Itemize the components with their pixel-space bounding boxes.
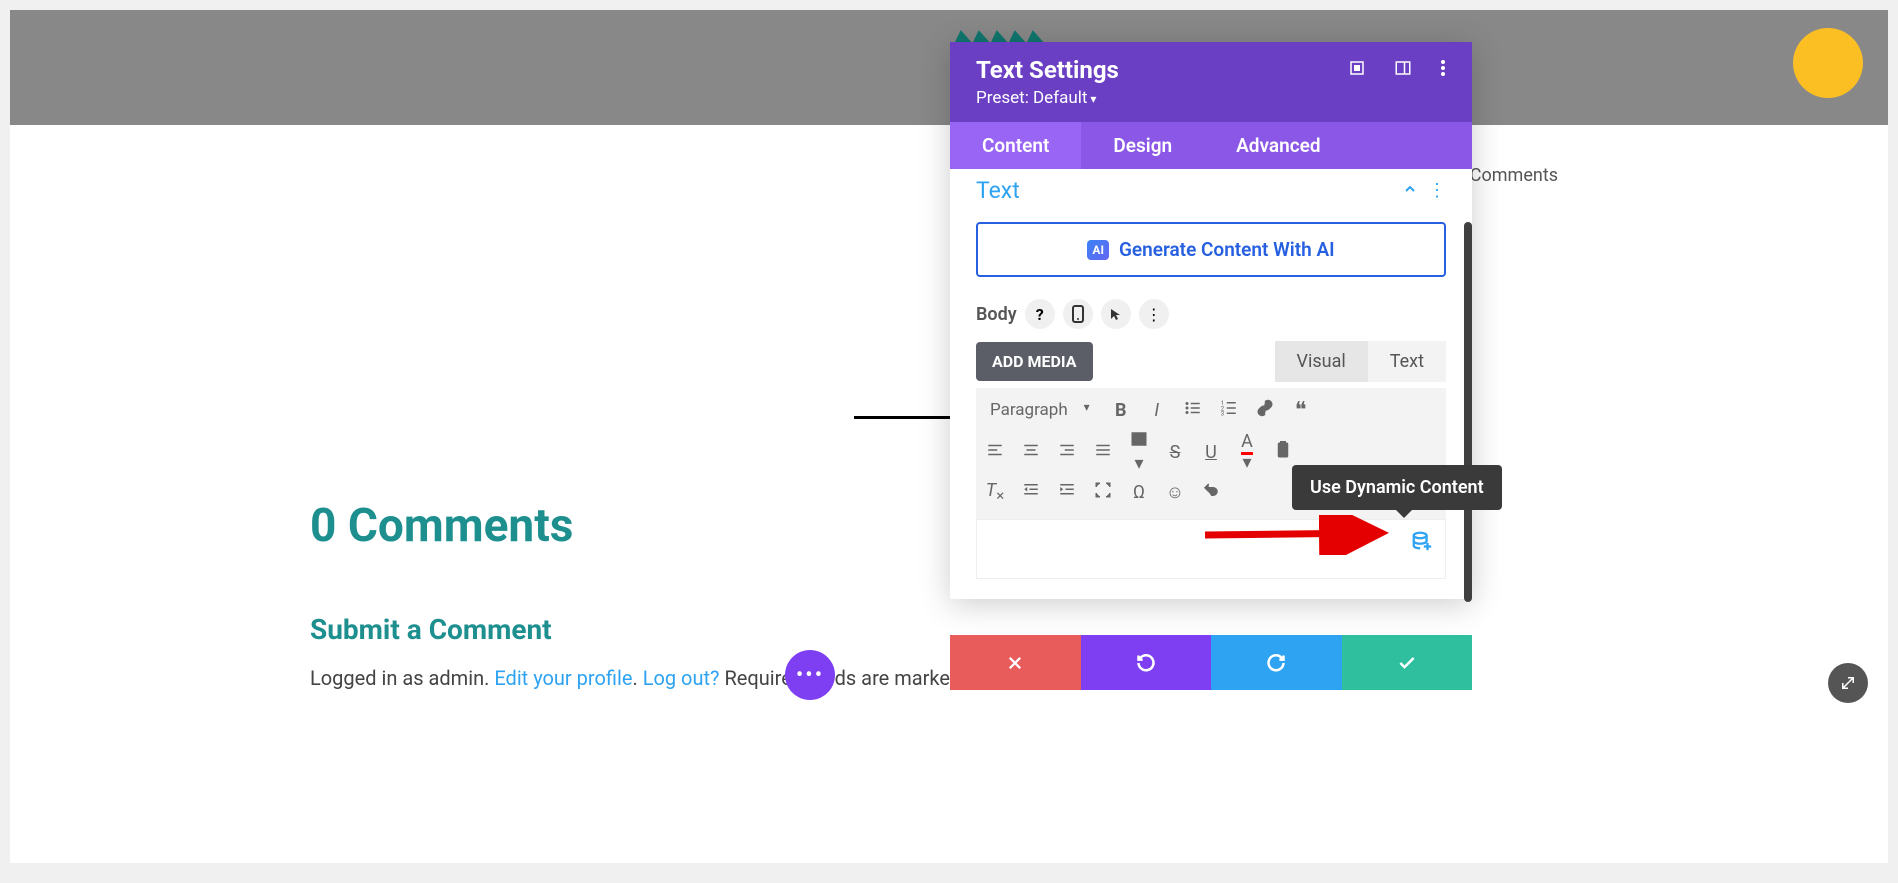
- quote-icon[interactable]: ❝: [1290, 398, 1312, 423]
- preset-dropdown[interactable]: Preset: Default: [976, 88, 1446, 108]
- add-media-button[interactable]: ADD MEDIA: [976, 342, 1093, 381]
- body-more-icon[interactable]: ⋮: [1139, 299, 1169, 329]
- section-title-text: Text: [976, 177, 1020, 204]
- sidebar-toggle-icon[interactable]: [1394, 59, 1412, 81]
- edit-profile-link[interactable]: Edit your profile: [494, 666, 632, 690]
- expand-corner-button[interactable]: [1828, 663, 1868, 703]
- redo-button[interactable]: [1211, 635, 1342, 690]
- editor-tab-visual[interactable]: Visual: [1275, 341, 1368, 382]
- align-center-icon[interactable]: [1020, 441, 1042, 464]
- section-more-icon[interactable]: ⋮: [1428, 180, 1446, 201]
- save-button[interactable]: [1342, 635, 1473, 690]
- panel-scrollbar[interactable]: [1464, 222, 1472, 602]
- clear-format-icon[interactable]: T×: [984, 480, 1006, 505]
- italic-icon[interactable]: I: [1146, 400, 1168, 421]
- text-color-icon[interactable]: A ▾: [1236, 431, 1258, 473]
- dynamic-content-tooltip: Use Dynamic Content: [1292, 465, 1502, 510]
- body-label: Body: [976, 304, 1017, 325]
- panel-action-bar: [950, 635, 1472, 690]
- annotation-arrow: [1200, 515, 1400, 555]
- numbered-list-icon[interactable]: 123: [1218, 399, 1240, 422]
- collapse-section-icon[interactable]: [1402, 181, 1418, 201]
- tab-design[interactable]: Design: [1081, 122, 1204, 169]
- fullscreen-icon[interactable]: [1092, 481, 1114, 504]
- outdent-icon[interactable]: [1020, 481, 1042, 504]
- ai-badge-icon: AI: [1087, 240, 1109, 260]
- discard-button[interactable]: [950, 635, 1081, 690]
- paragraph-select[interactable]: Paragraph: [984, 396, 1096, 424]
- generate-ai-button[interactable]: AI Generate Content With AI: [976, 222, 1446, 277]
- indent-icon[interactable]: [1056, 481, 1078, 504]
- table-icon[interactable]: ▾: [1128, 430, 1150, 474]
- align-left-icon[interactable]: [984, 441, 1006, 464]
- emoji-icon[interactable]: ☺: [1164, 482, 1186, 503]
- dynamic-content-icon[interactable]: [1411, 530, 1433, 556]
- align-right-icon[interactable]: [1056, 441, 1078, 464]
- decorative-circle: [1793, 28, 1863, 98]
- builder-fab-button[interactable]: •••: [785, 650, 835, 700]
- svg-text:T: T: [1281, 447, 1285, 455]
- undo-button[interactable]: [1081, 635, 1212, 690]
- more-options-icon[interactable]: [1440, 59, 1446, 81]
- strikethrough-icon[interactable]: S: [1164, 442, 1186, 463]
- paste-text-icon[interactable]: T: [1272, 441, 1294, 464]
- editor-tab-text[interactable]: Text: [1368, 341, 1446, 382]
- settings-tabs: Content Design Advanced: [950, 122, 1472, 169]
- bold-icon[interactable]: B: [1110, 400, 1132, 421]
- expand-icon[interactable]: [1348, 59, 1366, 81]
- special-char-icon[interactable]: Ω: [1128, 482, 1150, 503]
- hover-icon[interactable]: [1101, 299, 1131, 329]
- logout-link[interactable]: Log out?: [643, 666, 720, 690]
- undo-icon[interactable]: [1200, 481, 1222, 504]
- panel-title: Text Settings: [976, 56, 1119, 84]
- responsive-icon[interactable]: [1063, 299, 1093, 329]
- help-icon[interactable]: ?: [1025, 299, 1055, 329]
- svg-text:3: 3: [1220, 410, 1223, 417]
- tab-advanced[interactable]: Advanced: [1204, 122, 1352, 169]
- tab-content[interactable]: Content: [950, 122, 1081, 169]
- page-header-background: [10, 10, 1888, 125]
- panel-header: Text Settings Preset: Default: [950, 42, 1472, 122]
- link-icon[interactable]: [1254, 399, 1276, 422]
- align-justify-icon[interactable]: [1092, 441, 1114, 464]
- bullet-list-icon[interactable]: [1182, 399, 1204, 422]
- underline-icon[interactable]: U: [1200, 442, 1222, 463]
